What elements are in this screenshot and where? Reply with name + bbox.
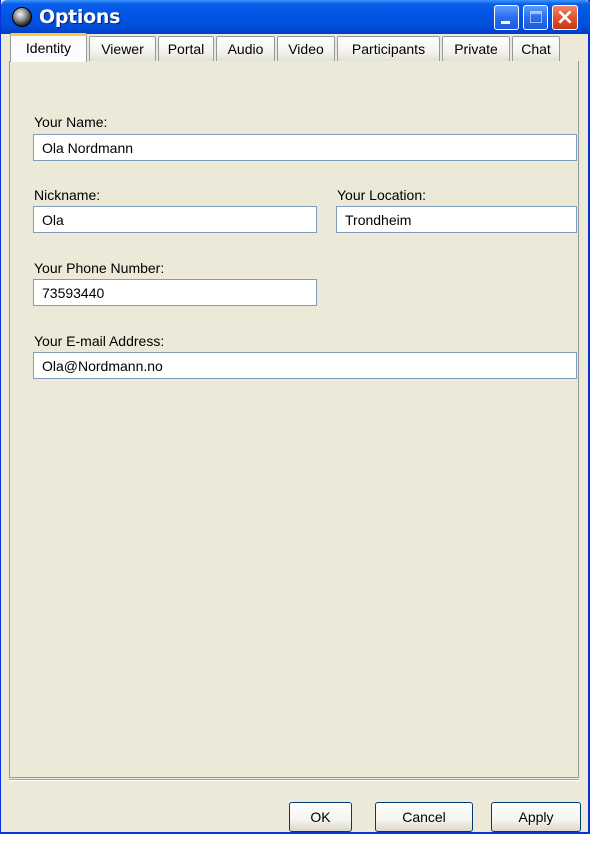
maximize-icon <box>530 11 542 23</box>
options-window: Options × Identity Viewer Portal Audio V… <box>0 0 590 834</box>
nickname-field[interactable] <box>33 206 317 233</box>
tab-participants[interactable]: Participants <box>337 36 440 61</box>
name-field[interactable] <box>33 134 577 161</box>
footer-divider <box>9 779 579 781</box>
tab-video[interactable]: Video <box>277 36 335 61</box>
phone-label: Your Phone Number: <box>34 260 165 276</box>
tab-viewer[interactable]: Viewer <box>89 36 156 61</box>
tab-audio[interactable]: Audio <box>216 36 275 61</box>
email-label: Your E-mail Address: <box>34 333 165 349</box>
tab-private[interactable]: Private <box>442 36 510 61</box>
identity-tab-panel <box>9 61 579 778</box>
tab-chat[interactable]: Chat <box>512 36 560 61</box>
name-label: Your Name: <box>34 114 108 130</box>
close-icon: × <box>555 5 575 30</box>
phone-field[interactable] <box>33 279 317 306</box>
location-field[interactable] <box>336 206 577 233</box>
apply-button[interactable]: Apply <box>491 802 581 832</box>
location-label: Your Location: <box>337 187 426 203</box>
close-button[interactable]: × <box>552 5 578 30</box>
tab-portal[interactable]: Portal <box>158 36 214 61</box>
title-bar[interactable]: Options × <box>1 0 590 34</box>
ok-button[interactable]: OK <box>289 802 352 832</box>
nickname-label: Nickname: <box>34 187 101 203</box>
minimize-button[interactable] <box>494 5 519 30</box>
maximize-button[interactable] <box>523 5 548 30</box>
tab-identity[interactable]: Identity <box>10 33 87 62</box>
minimize-icon <box>501 21 510 24</box>
window-title: Options <box>39 6 121 28</box>
cancel-button[interactable]: Cancel <box>375 802 473 832</box>
email-field[interactable] <box>33 352 577 379</box>
app-globe-icon[interactable] <box>12 7 32 27</box>
